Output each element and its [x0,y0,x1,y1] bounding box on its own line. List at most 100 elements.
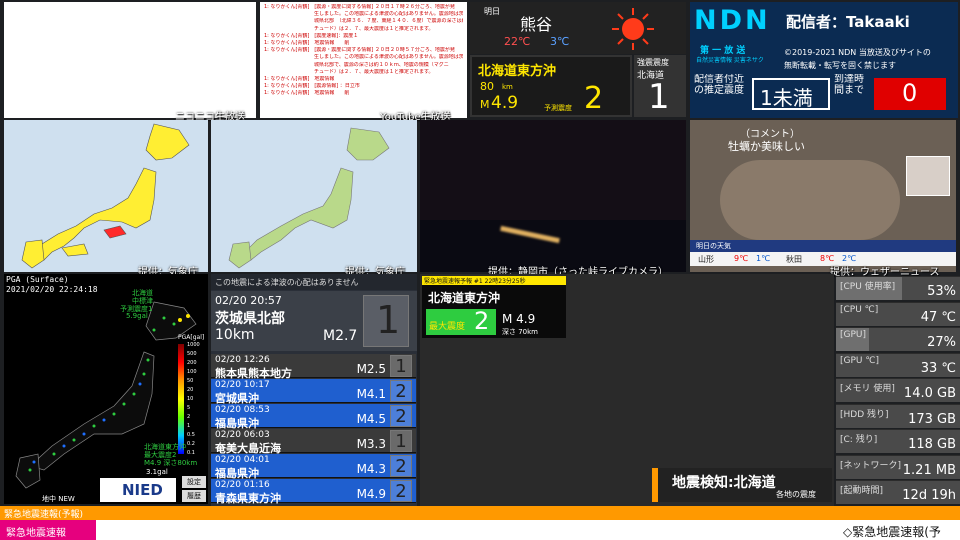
city-2-name: 秋田 [786,255,802,264]
perf-row: [メモリ 使用] 14.0 GB [836,378,960,402]
chat-panel-right: 1: なりかくん[青鶴] [震源・震度に関する情報] ２０日１７時２６分ごろ、地… [260,2,467,118]
city-1-high: 9℃ [734,254,749,263]
history-intensity: 2 [390,380,412,402]
perf-value: 118 GB [908,437,956,452]
chat-line: 1: なりかくん[青鶴] [震度速報]：震度１ [264,32,359,39]
perf-label: [起動時間] [840,486,884,496]
weather-low: 3℃ [550,35,570,48]
eew-depth-unit: km [502,83,513,91]
eew-status-bar: 緊急地震速報(予報) [0,506,960,520]
history-row[interactable]: 02/20 06:03 奄美大島近海 M3.3 1 [211,429,416,455]
pga-legend-ticks: 1000 500 200 100 50 20 10 5 2 1 0.5 0.2 0.1 [187,342,207,456]
nied-logo: NIED [100,478,176,502]
chat-line: 生しました。この地震による津波の心配はありません。震源地は茨 [264,11,463,18]
eew-status-text: 緊急地震速報(予報) [4,510,84,520]
strong-motion-box: 強震震度 北海道 1 [634,55,686,117]
history-mag: M2.5 [356,362,386,376]
history-button[interactable]: 履歴 [182,490,206,502]
perf-value: 14.0 GB [903,386,956,401]
perf-row: [HDD 残り] 173 GB [836,403,960,428]
detection-sub: 各地の震度 [776,490,816,499]
pga-legend-unit: PGA[gal] [178,334,205,341]
chat-line: 1: なりかくん[青鶴] 地震情報 削 [264,90,350,97]
streamer-name: 配信者：Takaaki [786,13,910,31]
chat-log: 1: なりかくん[青鶴] [震源・震度に関する情報] ２０日１７時２６分ごろ、地… [264,4,463,98]
perf-value: 12d 19h [902,488,956,503]
latest-mag: M2.7 [323,328,358,344]
settings-button[interactable]: 設定 [182,476,206,488]
history-intensity: 2 [390,480,412,502]
copyright-2: 無断転載・転写を固く禁じます [784,61,896,70]
perf-value: 33 ℃ [920,360,956,376]
pga-legend-tick: 1000 [187,342,200,348]
detection-title: 地震検知:北海道 [672,475,776,491]
history-mag: M4.9 [356,487,386,501]
history-intensity: 1 [390,355,412,377]
history-intensity: 2 [390,405,412,427]
latest-place: 茨城県北部 [215,311,285,327]
pga-legend-tick: 10 [187,396,194,402]
eew-region: 北海道東方沖 [478,64,557,79]
pga-legend-tick: 500 [187,351,197,357]
history-row[interactable]: 02/20 04:01 福島県沖 M4.3 2 [211,454,416,480]
pga-time: 2021/02/20 22:24:18 [6,285,98,294]
perf-label: [HDD 残り] [840,409,889,420]
history-row[interactable]: 02/20 12:26 熊本県熊本地方 M2.5 1 [211,354,416,380]
chat-line: 1: なりかくん[青鶴] [震源情報] ：日立市 [264,83,360,90]
perf-row: [GPU] 27% [836,327,960,351]
history-datetime: 02/20 01:16 [215,480,270,490]
pga-legend-tick: 100 [187,369,197,375]
ticker-text: ◇緊急地震速報(予 [843,525,941,539]
perf-value: 53% [927,284,956,299]
perf-row: [ネットワーク] 1.21 MB [836,454,960,479]
perf-row: [CPU 使用率] 53% [836,276,960,300]
ticker-bar: 緊急地震速報 ◇緊急地震速報(予 [0,520,960,540]
perf-value: 173 GB [908,411,956,427]
detection-box: 地震検知:北海道 各地の震度 [652,468,832,502]
arrival-value: 0 [902,79,918,107]
ndn-sub2: 自然災害情報 災害ネサク [696,57,764,64]
eew-card-mag: M 4.9 [502,312,536,326]
eew-card-max-label: 最大震度 [429,322,466,332]
city-2-low: 2℃ [842,254,857,263]
ndn-box: NDN 配信者：Takaaki 第 一 放 送 自然災害情報 災害ネサク ©20… [690,2,958,118]
arrival-box: 0 [874,78,946,110]
intensity-map [4,120,208,272]
chat-panel-left [4,2,256,118]
history-intensity: 2 [390,455,412,477]
pga-legend-tick: 0.1 [187,450,195,456]
eew-pred-value: 2 [584,81,604,116]
history-mag: M4.5 [356,412,386,426]
eew-pred-label: 予測震度 [544,104,572,112]
perf-label: [GPU] [840,330,867,340]
weathernews-video: （コメント） 牡蠣か美味しい 明日の天気 山形 9℃ 1℃ 秋田 8℃ 2℃ [690,120,956,272]
japan-map-intensity [4,120,208,272]
chat-line: チュード）は２．７、最大震度は１と推定されます。 [264,68,434,75]
weather-box: 明日 熊谷 22℃ 3℃ [470,2,686,54]
tsunami-text: この地震による津波の心配はありません [215,278,359,287]
nearby-intensity-value: 1未満 [760,86,813,110]
pga-map: PGA (Surface) 2021/02/20 22:24:18 北海道 中標… [4,274,208,504]
chat-line: 城県北部で、震源の深さは約１０ｋｍ、地震の規模（マグニ [264,61,449,68]
pga-legend-tick: 50 [187,378,194,384]
history-row[interactable]: 02/20 10:17 宮城県沖 M4.1 2 [211,379,416,405]
live-camera [420,120,686,272]
perf-label: [CPU ℃] [840,304,879,315]
sun-icon [612,8,654,50]
chat-line: 1: なりかくん[青鶴] 地震情報 削 [264,40,350,47]
history-row[interactable]: 02/20 01:16 青森県東方沖 M4.9 2 [211,479,416,505]
perf-value: 1.21 MB [902,462,956,478]
pga-footer: 地中 NEW [42,495,75,503]
ticker-label-box: 緊急地震速報 [0,520,96,540]
history-datetime: 02/20 08:53 [215,405,270,415]
history-place: 青森県東方沖 [215,492,281,505]
copyright-1: ©2019-2021 NDN 当放送及びサイトの [784,48,931,57]
nearby-intensity-box: 1未満 [752,78,830,110]
pga-legend-tick: 200 [187,360,197,366]
history-datetime: 02/20 04:01 [215,455,270,465]
latest-depth: 10km [215,327,255,343]
history-row[interactable]: 02/20 08:53 福島県沖 M4.5 2 [211,404,416,430]
quake-panel: この地震による津波の心配はありません 02/20 20:57 茨城県北部 10k… [211,274,417,506]
perf-label: [ネットワーク] [840,460,902,471]
pga-legend-tick: 2 [187,414,191,420]
